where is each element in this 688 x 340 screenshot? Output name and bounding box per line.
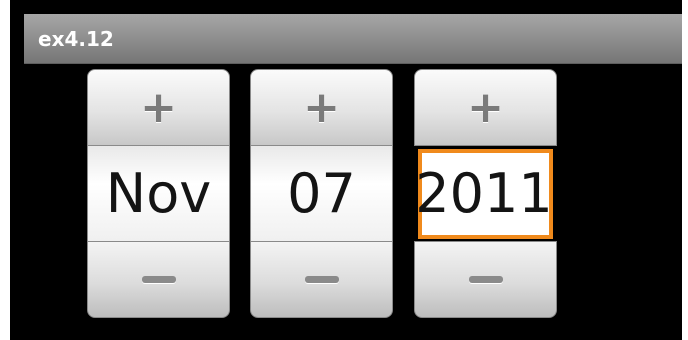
minus-icon <box>468 276 503 283</box>
month-value: Nov <box>105 161 212 225</box>
day-picker: + 07 <box>250 69 393 318</box>
month-picker: + Nov <box>87 69 230 318</box>
month-increment-button[interactable]: + <box>87 69 230 146</box>
app-title: ex4.12 <box>38 27 114 51</box>
plus-icon: + <box>303 81 340 133</box>
plus-icon: + <box>140 81 177 133</box>
month-field[interactable]: Nov <box>87 146 230 241</box>
day-field[interactable]: 07 <box>250 146 393 241</box>
minus-icon <box>141 276 176 283</box>
year-value: 2011 <box>415 162 553 225</box>
day-increment-button[interactable]: + <box>250 69 393 146</box>
day-value: 07 <box>287 161 356 225</box>
year-increment-button[interactable]: + <box>414 69 557 146</box>
year-picker: + 2011 <box>414 69 557 318</box>
month-decrement-button[interactable] <box>87 241 230 318</box>
title-bar: ex4.12 <box>24 14 682 64</box>
plus-icon: + <box>467 81 504 133</box>
minus-icon <box>304 276 339 283</box>
year-decrement-button[interactable] <box>414 241 557 318</box>
year-field[interactable]: 2011 <box>415 149 553 239</box>
day-decrement-button[interactable] <box>250 241 393 318</box>
